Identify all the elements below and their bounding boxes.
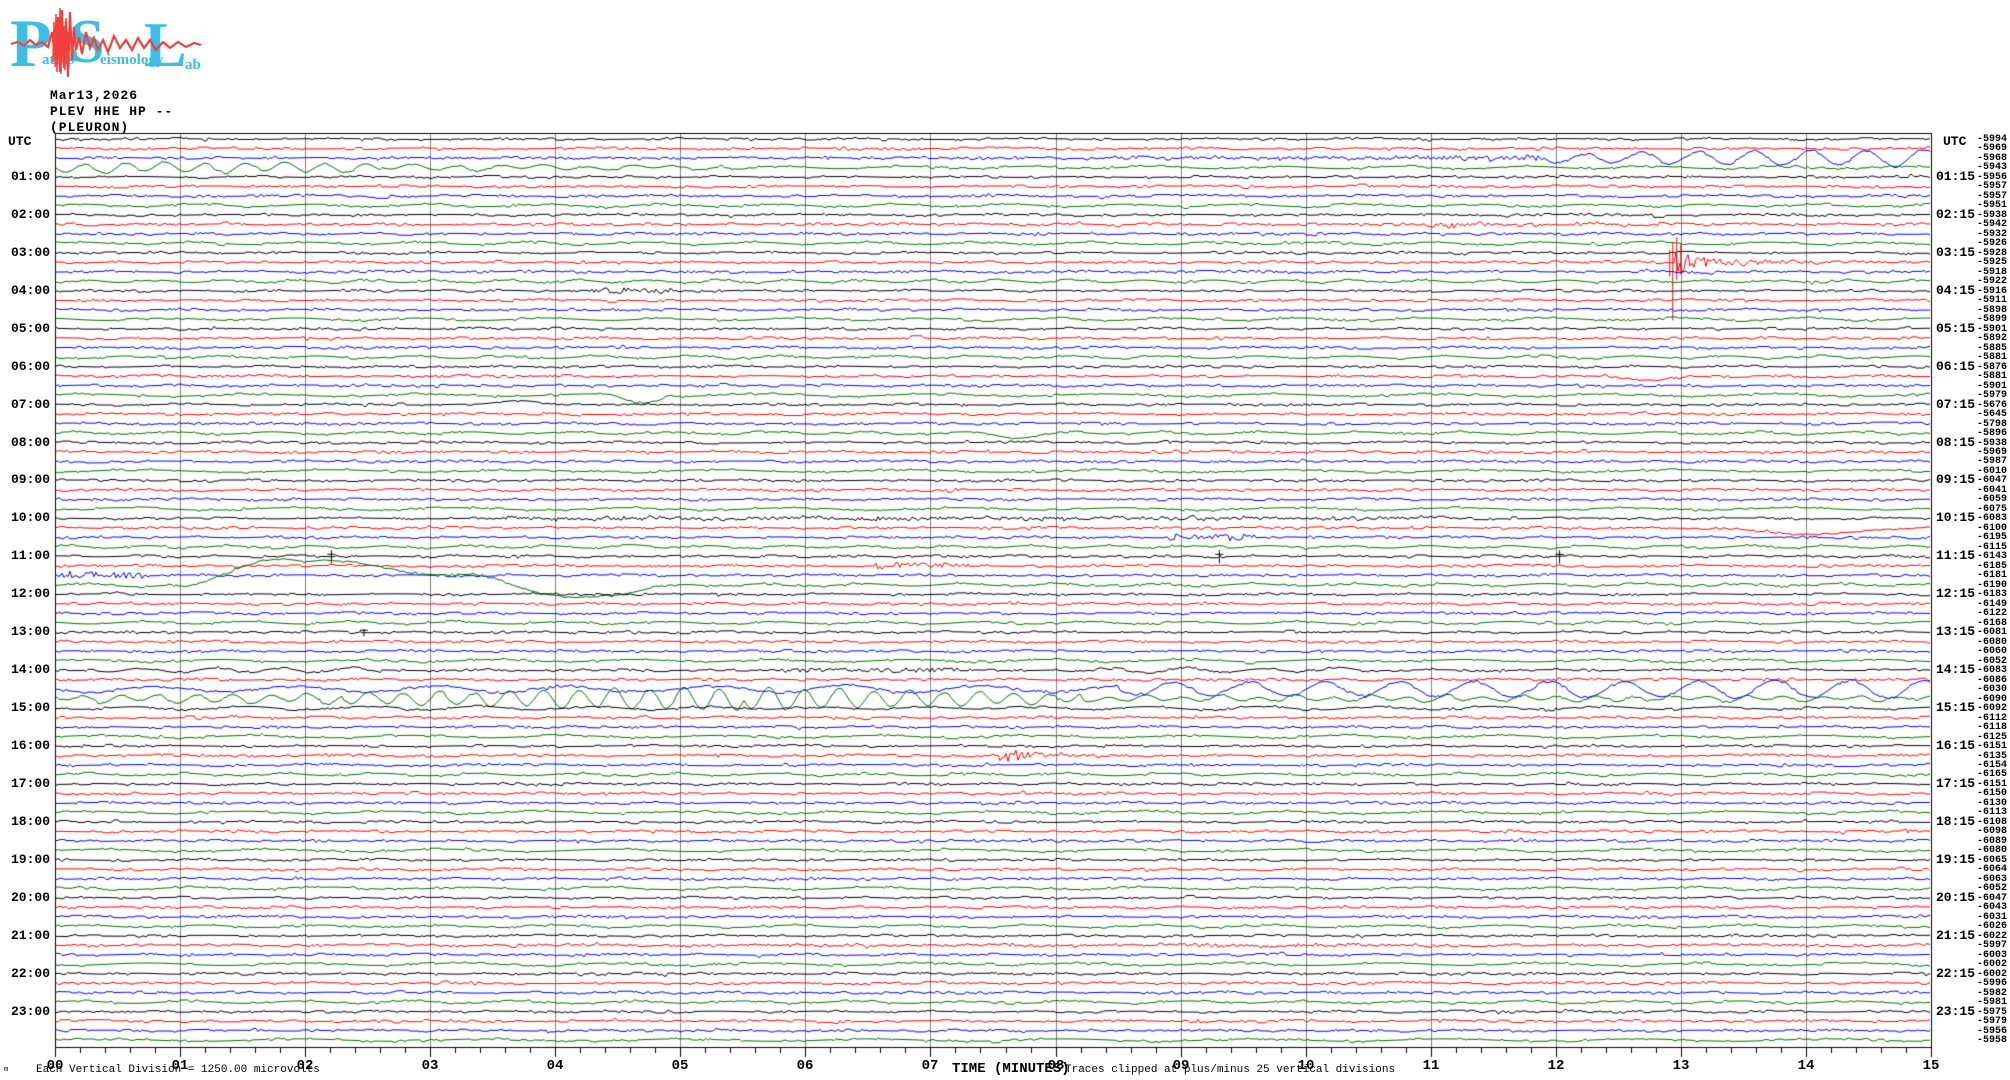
hour-label-left: 12:00 (10, 586, 50, 601)
hour-label-right: 23:15 (1936, 1004, 1976, 1019)
hour-label-right: 18:15 (1936, 814, 1976, 829)
hour-label-right: 05:15 (1936, 321, 1976, 336)
helicorder-page: P atras S eismology L ab Mar13,2026 PLEV… (0, 0, 2010, 1080)
x-tick-label: 12 (1547, 1058, 1565, 1074)
offset-value: -5958 (1977, 1035, 2008, 1046)
hour-label-left: 17:00 (10, 776, 50, 791)
hour-label-left: 02:00 (10, 207, 50, 222)
hour-label-left: 05:00 (10, 321, 50, 336)
hour-label-left: 08:00 (10, 435, 50, 450)
hour-label-right: 10:15 (1936, 510, 1976, 525)
x-tick-label: 11 (1422, 1058, 1440, 1074)
hour-label-right: 16:15 (1936, 738, 1976, 753)
hour-label-right: 03:15 (1936, 245, 1976, 260)
x-tick-label: 05 (671, 1058, 689, 1074)
clip-note: Traces clipped at plus/minus 25 vertical… (1065, 1064, 1396, 1076)
x-tick-label: 04 (546, 1058, 564, 1074)
hour-label-left: 18:00 (10, 814, 50, 829)
hour-label-right: 08:15 (1936, 435, 1976, 450)
hour-label-right: 02:15 (1936, 207, 1976, 222)
hour-label-right: 07:15 (1936, 397, 1976, 412)
hour-label-right: 22:15 (1936, 966, 1976, 981)
hour-label-left: 23:00 (10, 1004, 50, 1019)
station-name-text: (PLEURON) (50, 120, 130, 135)
hour-label-right: 01:15 (1936, 169, 1976, 184)
hour-label-right: 12:15 (1936, 586, 1976, 601)
logo-word-ab: ab (185, 57, 201, 73)
x-tick-label: 15 (1922, 1058, 1940, 1074)
hour-label-left: 14:00 (10, 662, 50, 677)
hour-label-left: 11:00 (10, 548, 50, 563)
x-tick-label: 13 (1672, 1058, 1690, 1074)
utc-label-left: UTC (8, 134, 32, 149)
hour-label-left: 19:00 (10, 852, 50, 867)
x-tick-label: 14 (1797, 1058, 1815, 1074)
hour-label-right: 20:15 (1936, 890, 1976, 905)
hour-label-left: 03:00 (10, 245, 50, 260)
hour-label-right: 21:15 (1936, 928, 1976, 943)
hour-label-left: 07:00 (10, 397, 50, 412)
hour-label-right: 04:15 (1936, 283, 1976, 298)
x-tick-label: 07 (921, 1058, 939, 1074)
hour-label-right: 06:15 (1936, 359, 1976, 374)
hour-label-left: 20:00 (10, 890, 50, 905)
hour-label-left: 04:00 (10, 283, 50, 298)
hour-label-right: 19:15 (1936, 852, 1976, 867)
hour-label-right: 09:15 (1936, 472, 1976, 487)
scale-note: Each Vertical Division = 1250.00 microvo… (36, 1064, 320, 1076)
hour-label-left: 15:00 (10, 700, 50, 715)
helicorder-canvas (0, 0, 2010, 1080)
hour-label-right: 13:15 (1936, 624, 1976, 639)
corner-mark: m (4, 1066, 9, 1074)
x-axis-title: TIME (MINUTES) (952, 1061, 1070, 1077)
hour-label-left: 13:00 (10, 624, 50, 639)
x-tick-label: 06 (796, 1058, 814, 1074)
date-text: Mar13,2026 (50, 88, 139, 103)
hour-label-left: 10:00 (10, 510, 50, 525)
hour-label-right: 17:15 (1936, 776, 1976, 791)
hour-label-left: 09:00 (10, 472, 50, 487)
utc-label-right: UTC (1943, 134, 1967, 149)
hour-label-left: 16:00 (10, 738, 50, 753)
hour-label-left: 21:00 (10, 928, 50, 943)
x-tick-label: 03 (421, 1058, 439, 1074)
hour-label-right: 11:15 (1936, 548, 1976, 563)
hour-label-left: 06:00 (10, 359, 50, 374)
hour-label-left: 22:00 (10, 966, 50, 981)
hour-label-right: 15:15 (1936, 700, 1976, 715)
psl-logo: P atras S eismology L ab (10, 5, 202, 81)
hour-label-left: 01:00 (10, 169, 50, 184)
hour-label-right: 14:15 (1936, 662, 1976, 677)
station-text: PLEV HHE HP -- (50, 104, 174, 119)
